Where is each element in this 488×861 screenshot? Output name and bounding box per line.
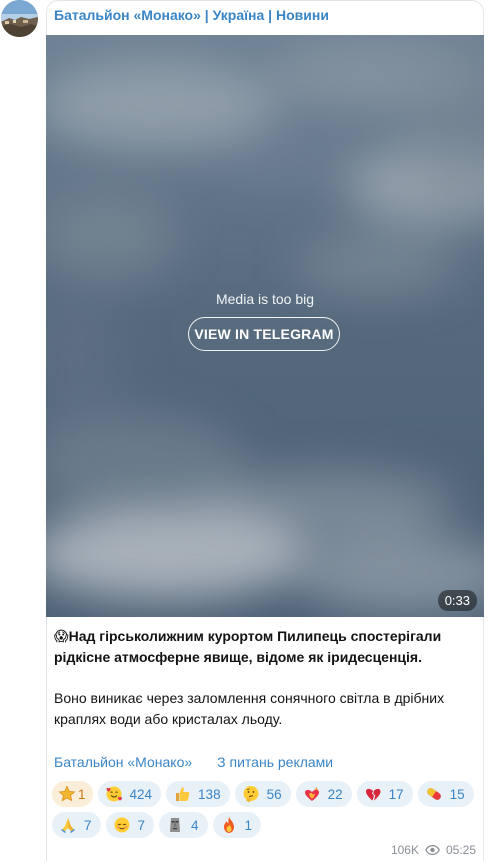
reaction-count: 7 xyxy=(137,817,146,833)
reaction-count: 15 xyxy=(449,786,465,802)
reaction-star[interactable]: 1 xyxy=(52,781,93,807)
post-lead-text: Над гірськолижним курортом Пилипець спос… xyxy=(54,628,442,665)
reaction-relieved-face[interactable]: 7 xyxy=(105,812,155,838)
views-count: 106K xyxy=(390,843,419,857)
scream-emoji: 😱 xyxy=(54,628,69,644)
reaction-thumbs-up[interactable]: 138 xyxy=(166,781,230,807)
reaction-moai[interactable]: 4 xyxy=(159,812,208,838)
media-too-big-message: Media is too big xyxy=(215,291,315,307)
post-links: Батальйон «Монако» З питань реклами xyxy=(54,754,333,770)
eye-icon xyxy=(425,845,440,855)
reaction-count: 138 xyxy=(198,786,221,802)
reaction-count: 17 xyxy=(388,786,404,802)
video-preview[interactable]: Media is too big VIEW IN TELEGRAM 0:33 xyxy=(46,35,484,617)
reactions-row-2: 7 7 4 1 xyxy=(52,812,482,838)
star-icon xyxy=(58,785,76,803)
post-meta: 106K 05:25 xyxy=(391,843,476,857)
reaction-smiling-face-with-hearts[interactable]: 424 xyxy=(97,781,162,807)
reaction-count: 1 xyxy=(244,817,253,833)
reaction-folded-hands[interactable]: 7 xyxy=(52,812,101,838)
reaction-count: 424 xyxy=(129,786,153,802)
reactions-row-1: 1 424 138 56 22 17 15 xyxy=(52,781,482,807)
fire-icon xyxy=(220,816,238,834)
reaction-thinking-face[interactable]: 56 xyxy=(234,781,291,807)
video-duration-badge: 0:33 xyxy=(437,590,477,611)
post-body-text: Воно виникає через заломлення сонячного … xyxy=(54,690,445,727)
reaction-fire[interactable]: 1 xyxy=(212,812,262,838)
reaction-count: 7 xyxy=(84,817,92,833)
avatar-image xyxy=(1,0,38,37)
channel-avatar[interactable] xyxy=(1,0,38,37)
reactions-bar: 1 424 138 56 22 17 15 7 7 4 1 xyxy=(52,781,482,843)
reaction-pill[interactable]: 15 xyxy=(417,781,474,807)
pill-icon xyxy=(425,785,443,803)
relieved-face-icon xyxy=(113,816,131,834)
post-lead-paragraph: 😱Над гірськолижним курортом Пилипець спо… xyxy=(54,626,474,668)
ads-link[interactable]: З питань реклами xyxy=(217,754,333,770)
post-time: 05:25 xyxy=(445,843,476,857)
reaction-count: 4 xyxy=(191,817,199,833)
view-in-telegram-button[interactable]: VIEW IN TELEGRAM xyxy=(188,317,340,351)
thumbs-up-icon xyxy=(173,785,191,803)
thinking-face-icon xyxy=(242,785,260,803)
reaction-heart-on-fire[interactable]: 22 xyxy=(295,781,352,807)
channel-link[interactable]: Батальйон «Монако» xyxy=(54,754,192,770)
smiling-face-with-hearts-icon xyxy=(105,785,123,803)
reaction-count: 22 xyxy=(327,786,343,802)
reaction-count: 56 xyxy=(266,786,282,802)
folded-hands-icon xyxy=(59,816,77,834)
heart-on-fire-icon xyxy=(303,785,321,803)
reaction-broken-heart[interactable]: 17 xyxy=(356,781,413,807)
reaction-count: 1 xyxy=(78,786,86,802)
post-text: 😱Над гірськолижним курортом Пилипець спо… xyxy=(54,626,474,730)
telegram-post-page: Батальйон «Монако» | Україна | Новини Me… xyxy=(0,0,488,861)
broken-heart-icon xyxy=(364,785,382,803)
moai-icon xyxy=(166,816,184,834)
channel-title-link[interactable]: Батальйон «Монако» | Україна | Новини xyxy=(54,7,329,23)
